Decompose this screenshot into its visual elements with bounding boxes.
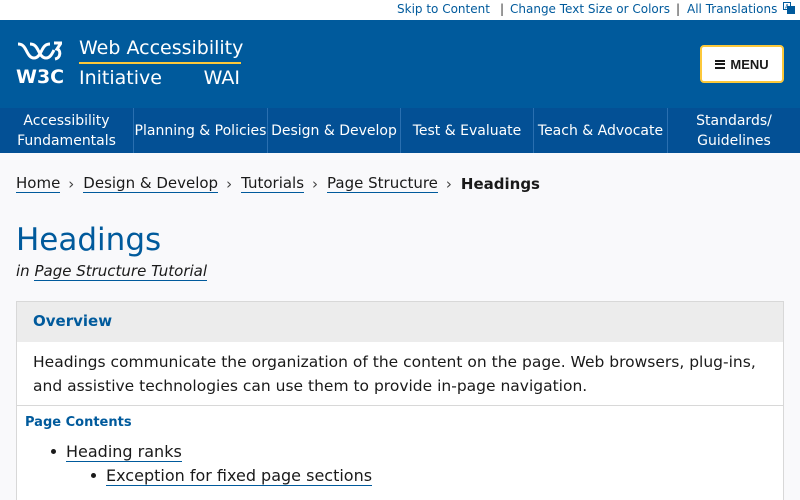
change-text-size-link[interactable]: Change Text Size or Colors xyxy=(510,2,670,16)
all-translations-label: All Translations xyxy=(687,2,778,16)
logo-line-2: Initiative xyxy=(79,67,162,89)
page-title: Headings xyxy=(16,222,162,258)
menu-button-label: MENU xyxy=(730,56,769,72)
toc-list: Heading ranks xyxy=(51,442,182,462)
chevron-right-icon: › xyxy=(445,174,452,193)
bullet-icon xyxy=(51,449,56,454)
nav-label-line-1: Standards/ xyxy=(696,112,772,129)
nav-item-test-evaluate[interactable]: Test & Evaluate xyxy=(401,108,534,153)
separator: | xyxy=(676,2,681,16)
nav-item-teach-advocate[interactable]: Teach & Advocate xyxy=(534,108,668,153)
toc-sublist: Exception for fixed page sections xyxy=(91,466,373,486)
breadcrumb-design-develop[interactable]: Design & Develop xyxy=(83,174,219,193)
page-subtitle: in Page Structure Tutorial xyxy=(16,262,208,281)
toc-subitem: Exception for fixed page sections xyxy=(91,466,373,486)
translate-icon: A xyxy=(783,2,796,14)
breadcrumb: Home › Design & Develop › Tutorials › Pa… xyxy=(16,174,540,193)
w3c-logo-mark-icon xyxy=(17,41,62,61)
toc-link-heading-ranks[interactable]: Heading ranks xyxy=(66,442,182,462)
chevron-right-icon: › xyxy=(68,174,75,193)
all-translations-link[interactable]: All Translations A xyxy=(687,2,796,16)
in-label: in xyxy=(16,262,30,280)
bullet-icon xyxy=(91,473,96,478)
nav-item-accessibility-fundamentals[interactable]: Accessibility Fundamentals xyxy=(0,108,134,153)
hamburger-icon xyxy=(715,59,726,69)
nav-label-line-2: Fundamentals xyxy=(17,132,116,149)
w3c-logo[interactable]: W3C xyxy=(16,40,64,88)
overview-text: Headings communicate the organization of… xyxy=(33,353,756,395)
chevron-right-icon: › xyxy=(226,174,233,193)
main-nav: Accessibility Fundamentals Planning & Pol… xyxy=(0,108,800,153)
logo-divider xyxy=(79,62,241,64)
breadcrumb-current: Headings xyxy=(460,174,540,193)
page-contents-heading: Page Contents xyxy=(25,415,132,430)
tutorial-link[interactable]: Page Structure Tutorial xyxy=(34,262,208,281)
site-header: W3C Web Accessibility Initiative WAI MEN… xyxy=(0,20,800,108)
toc-link-exception-fixed-sections[interactable]: Exception for fixed page sections xyxy=(106,466,373,486)
nav-label: Design & Develop xyxy=(271,122,397,139)
nav-label: Teach & Advocate xyxy=(537,122,664,139)
nav-item-planning-policies[interactable]: Planning & Policies xyxy=(134,108,268,153)
nav-label-line-2: Guidelines xyxy=(697,132,771,149)
chevron-right-icon: › xyxy=(312,174,319,193)
logo-line-1: Web Accessibility xyxy=(79,37,244,59)
breadcrumb-home[interactable]: Home xyxy=(16,174,61,193)
w3c-logo-text: W3C xyxy=(16,66,65,88)
toc-item: Heading ranks xyxy=(51,442,182,462)
nav-label: Test & Evaluate xyxy=(412,122,522,139)
breadcrumb-tutorials[interactable]: Tutorials xyxy=(241,174,305,193)
nav-item-design-develop[interactable]: Design & Develop xyxy=(268,108,401,153)
separator: | xyxy=(500,2,505,16)
wai-logo[interactable]: Web Accessibility Initiative WAI xyxy=(79,36,244,90)
menu-button[interactable]: MENU xyxy=(700,45,784,83)
utility-bar: Skip to Content | Change Text Size or Co… xyxy=(0,0,800,20)
nav-label-line-1: Accessibility xyxy=(23,112,110,129)
overview-box: Overview Headings communicate the organi… xyxy=(16,301,784,406)
overview-heading: Overview xyxy=(17,302,783,342)
nav-item-standards-guidelines[interactable]: Standards/Guidelines xyxy=(668,108,800,153)
logo-wai: WAI xyxy=(203,67,240,89)
skip-to-content-link[interactable]: Skip to Content xyxy=(397,2,490,16)
nav-label: Planning & Policies xyxy=(134,122,267,139)
breadcrumb-page-structure[interactable]: Page Structure xyxy=(327,174,438,193)
page-contents: Page Contents Heading ranks Exception fo… xyxy=(16,406,784,500)
